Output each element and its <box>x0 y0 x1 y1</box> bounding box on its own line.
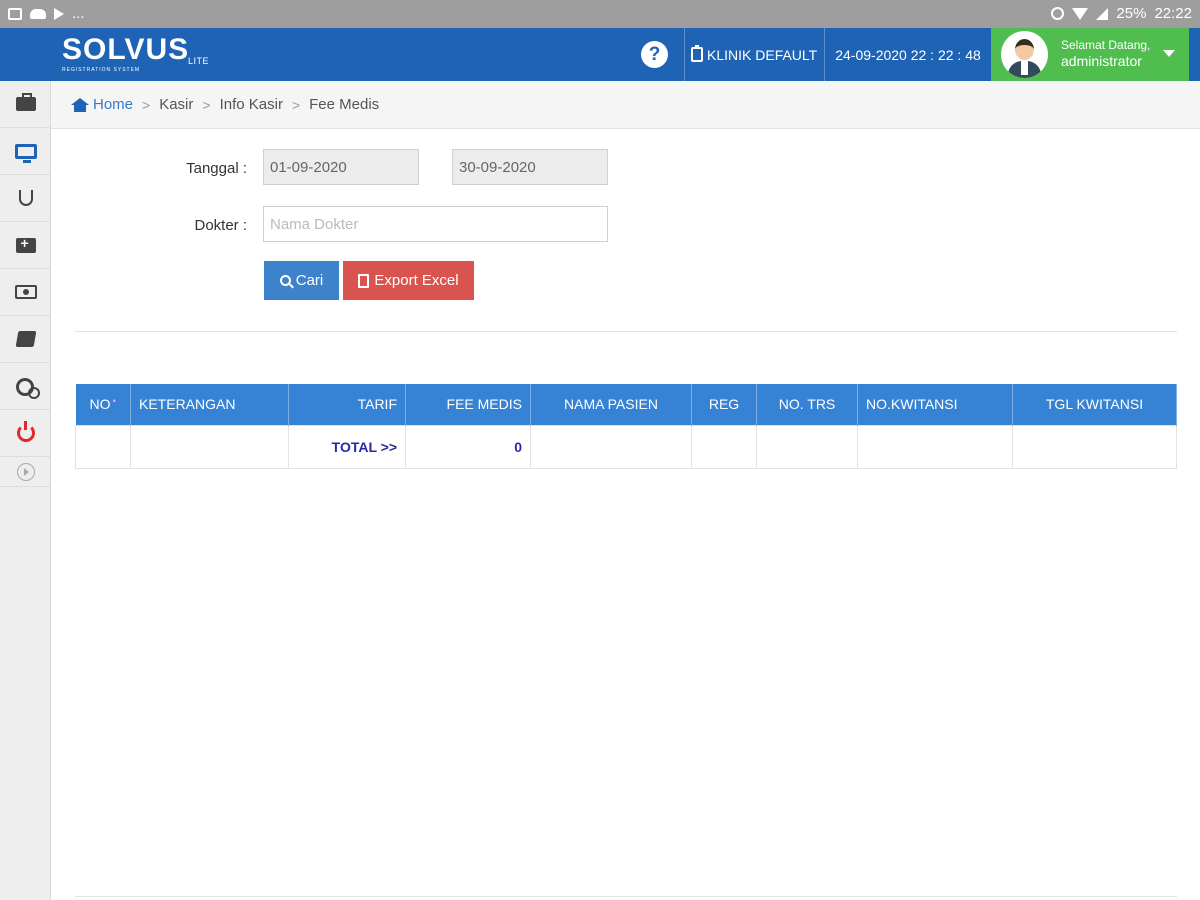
date-from-field[interactable] <box>263 149 419 185</box>
date-to-field[interactable] <box>452 149 608 185</box>
sidebar-item-medkit[interactable] <box>0 222 51 269</box>
column-header-tarif: TARIF <box>288 384 406 425</box>
user-greeting-block: Selamat Datang, administrator <box>1061 37 1150 69</box>
breadcrumb-info-kasir[interactable]: Info Kasir <box>220 96 283 113</box>
cloud-notification-icon <box>30 8 46 19</box>
current-datetime: 24-09-2020 22 : 22 : 48 <box>824 28 991 81</box>
clipboard-icon <box>691 45 703 62</box>
sidebar-item-logout[interactable] <box>0 410 51 457</box>
power-icon <box>16 421 35 442</box>
table-cell <box>756 424 858 469</box>
table-cell <box>530 424 692 469</box>
brand-name: SOLVUS <box>62 33 190 66</box>
more-notifications: ... <box>72 5 85 22</box>
breadcrumb-separator: > <box>291 96 301 113</box>
clock: 22:22 <box>1154 5 1192 22</box>
column-header-reg: REG <box>691 384 757 425</box>
sidebar-expand-toggle[interactable] <box>0 457 51 487</box>
android-status-bar: ... 25% 22:22 <box>0 0 1200 28</box>
breadcrumb-kasir[interactable]: Kasir <box>159 96 193 113</box>
sidebar-item-briefcase[interactable] <box>0 81 51 128</box>
column-header-no-kwitansi: NO.KWITANSI <box>857 384 1013 425</box>
breadcrumb: Home > Kasir > Info Kasir > Fee Medis <box>51 81 1200 129</box>
brand-tagline: REGISTRATION SYSTEM <box>62 67 141 73</box>
user-name: administrator <box>1061 53 1142 69</box>
breadcrumb-separator: > <box>202 96 211 113</box>
wifi-icon <box>1072 7 1089 20</box>
doctor-name-input[interactable] <box>263 206 608 242</box>
sidebar-item-book[interactable] <box>0 316 51 363</box>
help-button[interactable]: ? <box>641 41 668 68</box>
signal-icon <box>1096 7 1109 20</box>
table-cell <box>130 424 289 469</box>
fee-medis-table: NO ▪ KETERANGAN TARIF FEE MEDIS NAMA PASI… <box>75 384 1177 469</box>
gears-icon <box>15 376 40 399</box>
column-header-nama-pasien: NAMA PASIEN <box>530 384 692 425</box>
alarm-icon <box>1051 7 1065 20</box>
home-icon[interactable] <box>71 97 89 112</box>
dokter-label: Dokter : <box>194 217 247 234</box>
user-greeting: Selamat Datang, <box>1061 38 1151 52</box>
search-button[interactable]: Cari <box>264 261 339 300</box>
column-header-no-trs: NO. TRS <box>756 384 858 425</box>
app-header: SOLVUS LITE REGISTRATION SYSTEM ? KLINIK… <box>0 28 1200 81</box>
expand-icon <box>16 462 35 481</box>
table-cell <box>1012 424 1177 469</box>
image-notification-icon <box>8 7 22 20</box>
table-cell <box>691 424 757 469</box>
user-menu[interactable]: Selamat Datang, administrator <box>991 28 1189 81</box>
app-logo[interactable]: SOLVUS LITE REGISTRATION SYSTEM <box>62 33 209 74</box>
stethoscope-icon <box>18 190 33 206</box>
search-icon <box>279 275 291 286</box>
brand-suffix: LITE <box>188 56 210 66</box>
search-button-label: Cari <box>295 272 324 289</box>
tanggal-label: Tanggal : <box>186 160 247 177</box>
sidebar-item-monitor[interactable] <box>0 128 51 175</box>
monitor-icon <box>14 143 37 163</box>
clinic-name: KLINIK DEFAULT <box>707 46 818 63</box>
table-header-row: NO ▪ KETERANGAN TARIF FEE MEDIS NAMA PASI… <box>75 384 1177 425</box>
breadcrumb-fee-medis: Fee Medis <box>309 96 380 113</box>
total-fee-value: 0 <box>405 424 531 469</box>
sidebar-item-settings[interactable] <box>0 363 51 410</box>
book-icon <box>15 331 36 347</box>
column-header-fee-medis: FEE MEDIS <box>405 384 531 425</box>
export-button-label: Export Excel <box>374 272 459 289</box>
clinic-selector[interactable]: KLINIK DEFAULT <box>684 28 824 81</box>
export-excel-button[interactable]: Export Excel <box>343 261 474 300</box>
briefcase-icon <box>15 93 36 111</box>
medkit-icon <box>15 235 36 253</box>
table-cell <box>75 424 131 469</box>
column-header-keterangan: KETERANGAN <box>130 384 289 425</box>
breadcrumb-home[interactable]: Home <box>93 96 133 113</box>
breadcrumb-separator: > <box>142 96 151 113</box>
total-label: TOTAL >> <box>288 424 406 469</box>
chevron-down-icon[interactable] <box>1163 50 1175 57</box>
column-header-no[interactable]: NO ▪ <box>75 384 131 425</box>
column-header-tgl-kwitansi: TGL KWITANSI <box>1012 384 1177 425</box>
avatar <box>1001 31 1048 78</box>
excel-file-icon <box>358 273 370 288</box>
sidebar-item-stethoscope[interactable] <box>0 175 51 222</box>
footer-divider <box>75 896 1177 897</box>
money-icon <box>14 285 37 299</box>
battery-level: 25% <box>1116 5 1147 22</box>
play-notification-icon <box>54 7 64 20</box>
sidebar <box>0 81 51 900</box>
sidebar-item-money[interactable] <box>0 269 51 316</box>
table-total-row: TOTAL >> 0 <box>75 424 1177 469</box>
section-divider <box>75 331 1177 332</box>
table-cell <box>857 424 1013 469</box>
sort-icon[interactable]: ▪ <box>112 396 116 407</box>
